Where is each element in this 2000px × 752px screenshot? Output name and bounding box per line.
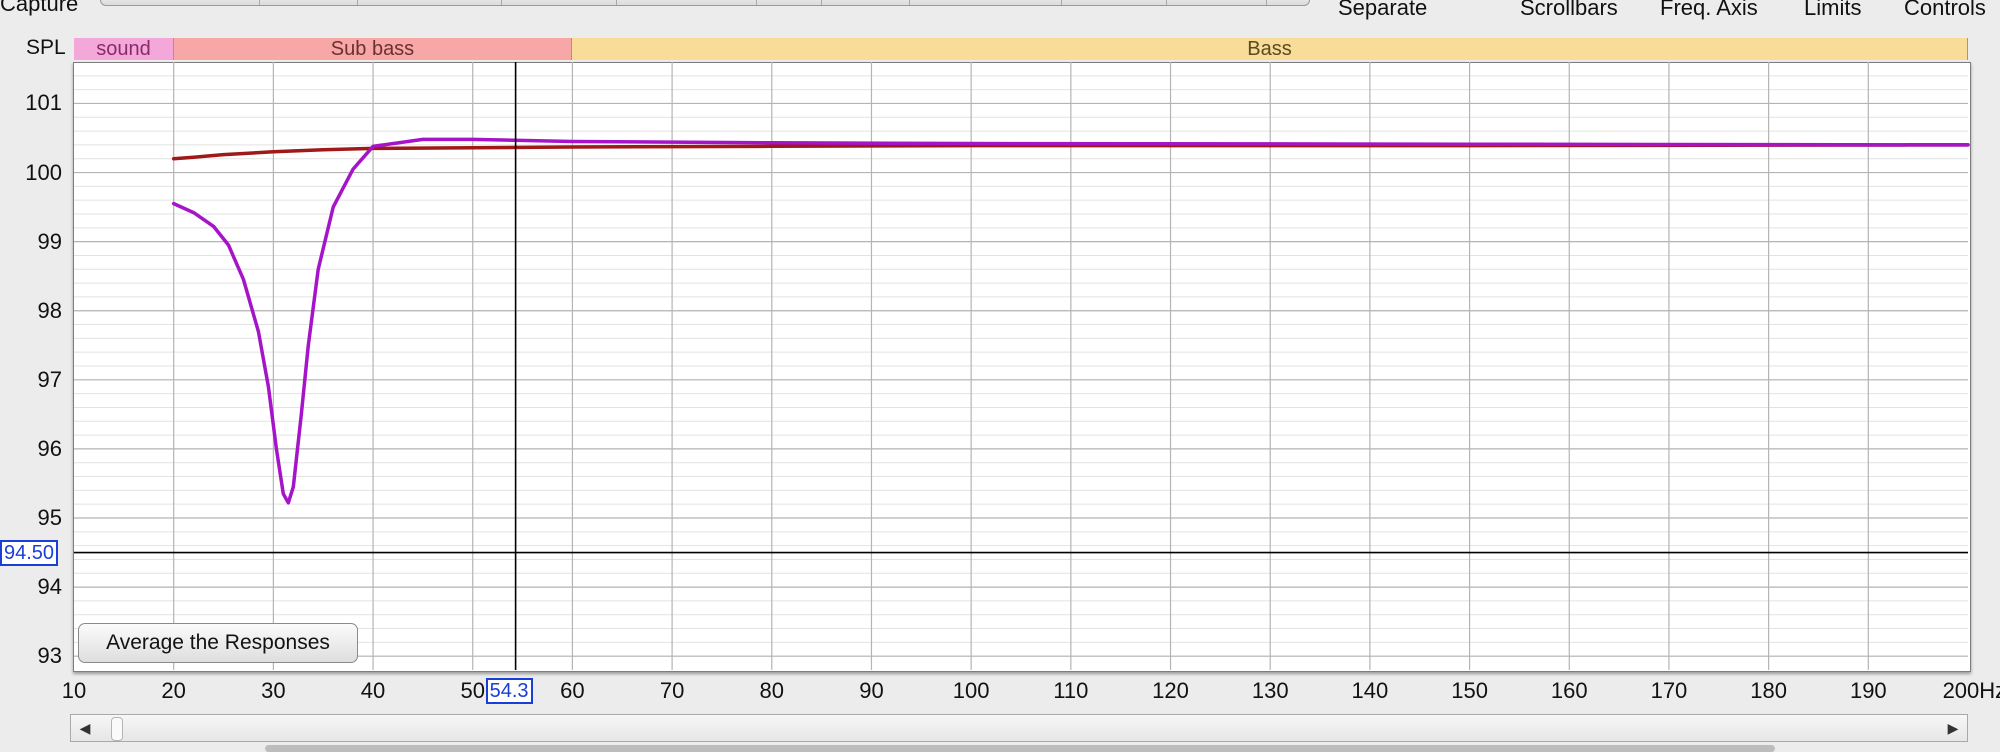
- y-tick-label: 96: [37, 435, 62, 461]
- y-tick-label: 100: [25, 159, 62, 185]
- x-tick-label: 120: [1152, 678, 1189, 703]
- scrollbar-thumb[interactable]: [111, 717, 123, 741]
- x-tick-label: 110: [1053, 678, 1089, 703]
- x-tick-label: 90: [859, 678, 884, 703]
- spl-cursor-readout: 94.50: [0, 539, 59, 566]
- band-sound: sound: [74, 38, 174, 60]
- bottom-scroll-track: [265, 745, 1775, 752]
- x-tick-label: 40: [360, 678, 386, 703]
- y-tick-label: 97: [37, 366, 62, 392]
- x-tick-label: 80: [759, 678, 785, 703]
- x-tick-label: 180: [1750, 678, 1787, 703]
- x-tick-label: 60: [560, 678, 585, 703]
- y-tick-label: 98: [37, 297, 62, 323]
- plot-area[interactable]: [73, 62, 1971, 672]
- freq-axis-menu[interactable]: Freq. Axis: [1660, 0, 1758, 21]
- scroll-left-arrow-icon[interactable]: ◀: [71, 715, 99, 741]
- graph-tab-strip[interactable]: [100, 0, 1310, 6]
- y-tick-label: 99: [37, 228, 62, 254]
- top-toolbar: Capture Separate Scrollbars Freq. Axis L…: [0, 0, 2000, 42]
- horizontal-scrollbar[interactable]: ◀ ▶: [70, 714, 1968, 742]
- band-sub-bass: Sub bass: [174, 38, 572, 60]
- y-tick-label: 93: [37, 643, 62, 669]
- x-tick-label: 10: [61, 678, 87, 703]
- x-tick-label: 140: [1351, 678, 1389, 703]
- x-tick-label: 130: [1251, 678, 1289, 703]
- average-responses-button[interactable]: Average the Responses: [78, 623, 358, 663]
- scroll-right-arrow-icon[interactable]: ▶: [1939, 715, 1967, 741]
- x-tick-label: 170: [1650, 678, 1688, 703]
- capture-label[interactable]: Capture: [0, 0, 78, 17]
- controls-menu[interactable]: Controls: [1904, 0, 1986, 21]
- y-tick-label: 94: [37, 574, 62, 600]
- x-tick-label: 20: [161, 678, 186, 703]
- x-tick-label: 30: [261, 678, 286, 703]
- limits-menu[interactable]: Limits: [1804, 0, 1861, 21]
- freq-cursor-readout: 54.3: [485, 678, 533, 704]
- y-tick-label: 101: [25, 90, 62, 116]
- band-bass: Bass: [572, 38, 1968, 60]
- y-tick-label: 95: [37, 505, 62, 530]
- x-tick-label: 190: [1849, 678, 1887, 703]
- x-tick-label: 100: [952, 678, 990, 703]
- x-tick-label: 150: [1451, 678, 1488, 703]
- x-tick-label: 160: [1550, 678, 1588, 703]
- x-tick-label: 70: [659, 678, 685, 703]
- y-axis-title: SPL: [26, 36, 66, 59]
- x-tick-label: 200Hz: [1942, 678, 2000, 703]
- scrollbars-menu[interactable]: Scrollbars: [1520, 0, 1618, 21]
- x-tick-label: 50: [460, 678, 485, 703]
- separate-menu[interactable]: Separate: [1338, 0, 1427, 21]
